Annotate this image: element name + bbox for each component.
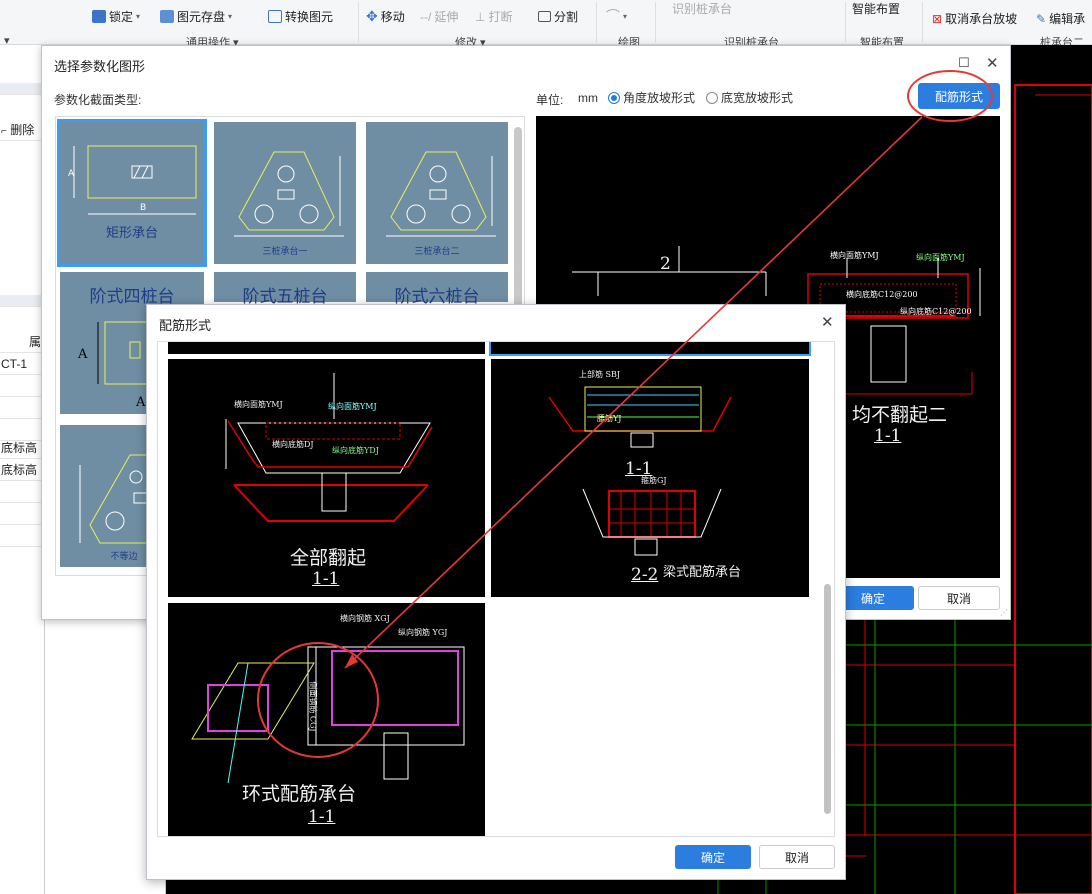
rebar-option-beam-type[interactable]: 上部筋 SBJ 箍筋GJ 腰筋YJ 1-1 2-2 梁式配筋承台 xyxy=(491,359,809,597)
lock-icon xyxy=(92,10,106,23)
identify-pile-cap-button[interactable]: 识别桩承台 xyxy=(672,0,732,17)
convert-element-button[interactable]: 转换图元 xyxy=(268,8,333,25)
thumb-step-six-pile[interactable]: 阶式六桩台 xyxy=(366,272,508,307)
option-section-a: 1-1 xyxy=(625,459,653,479)
radio-width-slope[interactable]: 底宽放坡形式 xyxy=(706,89,793,106)
maximize-icon[interactable]: ☐ xyxy=(958,55,970,71)
thumb-caption: 矩形承台 xyxy=(105,226,158,241)
preview-horiz-top-label: 横向面筋YMJ xyxy=(830,251,879,260)
unit-value: mm xyxy=(578,91,598,105)
preview-caption: 均不翻起二 xyxy=(852,404,948,426)
split-icon xyxy=(538,11,551,22)
delete-button[interactable]: ⌐ 删除 xyxy=(0,119,45,141)
left-properties-panel: ⌐ 删除 属 CT-1 底标高 底标高 xyxy=(0,45,45,894)
ribbon-toolbar: 锁定 ▾ 图元存盘 ▾ 转换图元 ✥ 移动 --/ 延伸 ⊥ 打断 分割 ⌒ ▾ 识别… xyxy=(0,0,1092,49)
radio-selected-icon[interactable] xyxy=(608,92,620,104)
save-icon xyxy=(160,10,174,23)
rect-cap-diagram: A B xyxy=(68,145,197,215)
thumb-rect-cap[interactable]: A B 矩形承台 xyxy=(57,119,207,267)
dialog-title: 选择参数化图形 xyxy=(54,59,146,74)
thumb-caption: 三桩承台一 xyxy=(262,247,308,257)
unit-label: 单位: xyxy=(536,93,564,107)
convert-icon xyxy=(268,10,282,23)
svg-text:A: A xyxy=(77,347,88,362)
ok-button[interactable]: 确定 xyxy=(675,845,751,869)
edit-rebar-button[interactable]: ✎ 编辑承 xyxy=(1036,10,1085,27)
cancel-slope-button[interactable]: ⊠ 取消承台放坡 xyxy=(932,10,1017,27)
lock-button[interactable]: 锁定 ▾ xyxy=(92,8,140,25)
cancel-button[interactable]: 取消 xyxy=(918,586,1000,610)
resize-grip-icon[interactable]: ⋰ xyxy=(1000,608,1008,617)
thumb-caption: 三桩承台二 xyxy=(414,247,460,257)
preview-vert-bottom-label: 纵向底筋C12@200 xyxy=(900,307,972,316)
close-icon[interactable]: ✕ xyxy=(821,313,834,331)
thumb-three-pile-1[interactable]: 三桩承台一 xyxy=(214,122,356,264)
dialog-title: 配筋形式 xyxy=(159,318,212,333)
column-header: 属 xyxy=(0,331,45,353)
bottom-elevation-row-1[interactable]: 底标高 xyxy=(0,437,45,459)
rebar-form-dialog: 配筋形式 ✕ 横向面筋YMJ 纵向面筋YMJ 横向底筋DJ 纵向底筋YDJ 全部… xyxy=(146,304,846,880)
move-button[interactable]: ✥ 移动 xyxy=(366,8,405,25)
extend-button[interactable]: --/ 延伸 xyxy=(420,8,458,25)
preview-section-label: 1-1 xyxy=(874,426,902,446)
option-section-label: 1-1 xyxy=(308,807,336,827)
rebar-form-grid: 横向面筋YMJ 纵向面筋YMJ 横向底筋DJ 纵向底筋YDJ 全部翻起 1-1 xyxy=(157,341,835,837)
thumb-step-five-pile[interactable]: 阶式五桩台 xyxy=(214,272,356,307)
arc-icon: ⌒ xyxy=(606,8,620,24)
move-icon: ✥ xyxy=(366,8,378,24)
preview-section-number: 2 xyxy=(660,254,671,274)
option-caption: 环式配筋承台 xyxy=(242,783,357,805)
bottom-elevation-row-2[interactable]: 底标高 xyxy=(0,459,45,481)
radio-angle-slope[interactable]: 角度放坡形式 xyxy=(608,89,695,106)
radio-unselected-icon[interactable] xyxy=(706,92,718,104)
svg-text:A: A xyxy=(68,169,75,179)
rebar-option-all-bent[interactable]: 横向面筋YMJ 纵向面筋YMJ 横向底筋DJ 纵向底筋YDJ 全部翻起 1-1 xyxy=(168,359,485,597)
save-element-button[interactable]: 图元存盘 ▾ xyxy=(160,8,232,25)
break-icon: ⊥ xyxy=(475,9,486,24)
preview-vert-top-label: 纵向面筋YMJ xyxy=(916,253,965,262)
rebar-option-ring-type[interactable]: 横向钢筋 XGJ 纵向钢筋 YGJ 侧面钢筋 CGJ 环式配筋承台 1-1 xyxy=(168,603,485,836)
delete-icon: ⌐ xyxy=(1,126,7,137)
three-pile-diagram xyxy=(386,151,496,237)
split-button[interactable]: 分割 xyxy=(538,8,578,25)
close-icon[interactable]: ✕ xyxy=(986,54,999,72)
arc-button[interactable]: ⌒ ▾ xyxy=(606,6,627,26)
break-button[interactable]: ⊥ 打断 xyxy=(475,8,512,25)
option-caption: 全部翻起 xyxy=(290,547,367,569)
option-section-b: 2-2 xyxy=(631,565,659,585)
option-caption: 梁式配筋承台 xyxy=(663,565,742,580)
option-section-label: 1-1 xyxy=(312,569,340,589)
edit-icon: ✎ xyxy=(1036,11,1047,26)
svg-text:B: B xyxy=(140,203,146,213)
extend-icon: --/ xyxy=(420,9,432,24)
section-type-label: 参数化截面类型: xyxy=(54,93,142,107)
three-pile-diagram xyxy=(234,151,344,237)
rebar-grid-scrollbar[interactable] xyxy=(824,584,831,814)
smart-layout-button[interactable]: 智能布置 xyxy=(852,0,900,17)
rebar-form-button[interactable]: 配筋形式 xyxy=(918,83,1000,109)
thumb-three-pile-2[interactable]: 三桩承台二 xyxy=(366,122,508,264)
cancel-slope-icon: ⊠ xyxy=(932,11,943,26)
svg-text:A: A xyxy=(135,395,146,410)
preview-horiz-bottom-label: 横向底筋C12@200 xyxy=(846,290,918,299)
cancel-button[interactable]: 取消 xyxy=(759,845,835,869)
list-item-ct1[interactable]: CT-1 xyxy=(0,353,45,375)
